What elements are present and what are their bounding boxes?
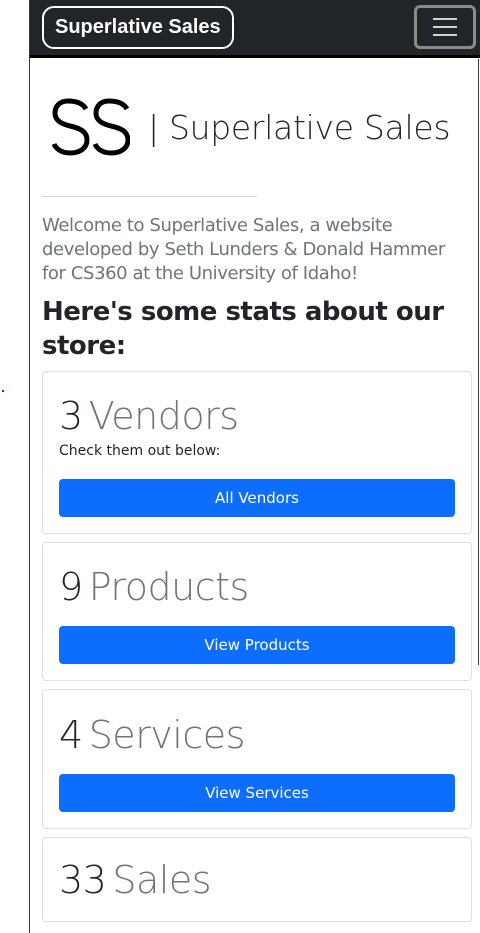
sales-card: 33 Sales	[42, 837, 472, 922]
vendors-label: Vendors	[88, 394, 239, 438]
services-card: 4 Services View Services	[42, 689, 472, 829]
hamburger-menu-icon-bar	[433, 26, 457, 28]
welcome-text: Welcome to Superlative Sales, a website …	[42, 215, 445, 284]
services-stat: 4 Services	[59, 713, 245, 757]
vendors-subtext: Check them out below:	[59, 443, 221, 459]
view-products-button[interactable]: View Products	[59, 626, 455, 664]
left-border	[29, 0, 30, 933]
ss-logo-icon	[52, 98, 130, 156]
divider	[42, 196, 257, 197]
navbar: Superlative Sales	[30, 0, 480, 58]
stray-dot	[2, 390, 4, 392]
sales-label: Sales	[112, 858, 212, 902]
products-card: 9 Products View Products	[42, 542, 472, 681]
brand-link[interactable]: Superlative Sales	[42, 6, 234, 49]
services-count: 4	[59, 713, 83, 757]
vendors-stat: 3 Vendors	[59, 394, 239, 438]
services-label: Services	[88, 713, 246, 757]
vendors-count: 3	[59, 394, 83, 438]
products-label: Products	[88, 565, 250, 609]
products-stat: 9 Products	[59, 565, 249, 609]
vendors-card: 3 Vendors Check them out below: All Vendo…	[42, 371, 472, 534]
sales-count: 33	[59, 858, 107, 902]
hamburger-menu-icon-bar	[433, 34, 457, 36]
all-vendors-button[interactable]: All Vendors	[59, 479, 455, 517]
products-count: 9	[59, 565, 83, 609]
right-border	[478, 59, 479, 665]
view-services-button[interactable]: View Services	[59, 774, 455, 812]
navbar-toggler-button[interactable]	[414, 5, 476, 49]
sales-stat: 33 Sales	[59, 858, 212, 902]
hamburger-menu-icon	[433, 18, 457, 20]
page: Superlative Sales | Superlative Sales We…	[0, 0, 480, 933]
stats-heading: Here's some stats about our store:	[42, 297, 444, 361]
logo-text: | Superlative Sales	[148, 108, 451, 147]
